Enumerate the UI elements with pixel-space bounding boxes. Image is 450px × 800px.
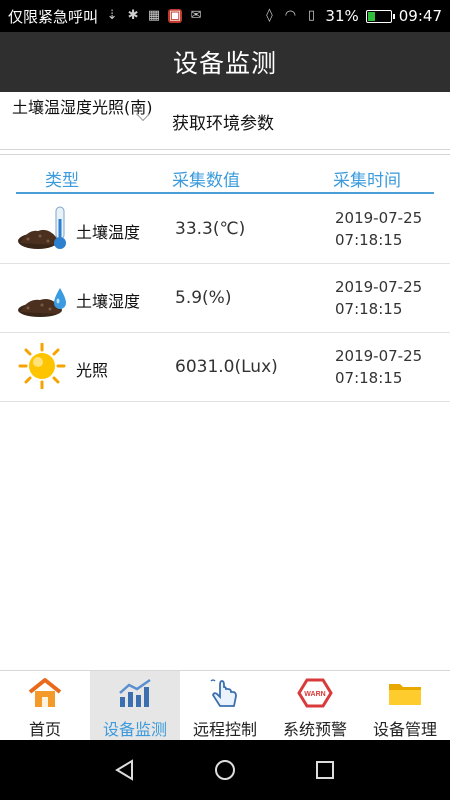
nav-item-device-management[interactable]: 设备管理	[360, 671, 450, 740]
soil-thermometer-icon	[18, 206, 66, 249]
app-notification-icon: ▣	[168, 8, 183, 23]
device-selector[interactable]: 土壤温湿度光照(南)	[12, 98, 157, 122]
row-value: 5.9(%)	[175, 288, 232, 308]
page-title: 设备监测	[172, 49, 277, 78]
column-header-time: 采集时间	[333, 171, 401, 191]
android-debug-icon: ✱	[127, 8, 139, 23]
nav-item-monitor[interactable]: 设备监测	[90, 671, 180, 740]
nav-item-home[interactable]: 首页	[0, 671, 90, 740]
nav-label: 系统预警	[282, 720, 347, 739]
svg-text:WARN: WARN	[304, 691, 325, 698]
row-date: 2019-07-25	[335, 347, 423, 365]
row-type: 光照	[76, 361, 109, 380]
hand-pointer-icon	[210, 679, 237, 707]
row-date: 2019-07-25	[335, 278, 423, 296]
back-icon[interactable]	[113, 758, 137, 782]
selector-row: 土壤温湿度光照(南) 获取环境参数	[0, 92, 450, 150]
recent-apps-icon[interactable]	[313, 758, 337, 782]
row-date: 2019-07-25	[335, 209, 423, 227]
row-value: 6031.0(Lux)	[175, 357, 278, 377]
soil-water-drop-icon	[18, 288, 66, 317]
nav-label: 首页	[28, 720, 61, 739]
nav-label: 远程控制	[192, 720, 257, 739]
carrier-text: 仅限紧急呼叫	[8, 7, 99, 26]
row-timestamp: 2019-07-25 07:18:15	[335, 207, 445, 251]
row-type: 土壤温度	[76, 223, 141, 242]
system-nav-bar	[0, 740, 450, 800]
row-time: 07:18:15	[335, 231, 403, 249]
battery-percent: 31%	[325, 7, 359, 25]
row-timestamp: 2019-07-25 07:18:15	[335, 276, 445, 320]
table-row: 土壤温度 33.3(℃) 2019-07-25 07:18:15	[0, 195, 450, 264]
wifi-icon: ◠	[284, 8, 297, 23]
row-time: 07:18:15	[335, 300, 403, 318]
bottom-nav: 首页 设备监测 远程控制 WARN 系统预警 设备管理	[0, 670, 450, 740]
nav-item-alerts[interactable]: WARN 系统预警	[270, 671, 360, 740]
vibrate-icon: ◊	[266, 8, 273, 23]
row-value: 33.3(℃)	[175, 219, 246, 239]
table-header: 类型 采集数值 采集时间	[16, 160, 434, 194]
row-time: 07:18:15	[335, 369, 403, 387]
divider	[0, 154, 450, 155]
keyboard-icon: ▦	[147, 8, 161, 23]
home-button-icon[interactable]	[213, 758, 237, 782]
status-bar: 仅限紧急呼叫 ⇣ ✱ ▦ ▣ ✉ ◊ ◠ ▯ 31% 09:47	[0, 0, 450, 32]
table-row: 土壤湿度 5.9(%) 2019-07-25 07:18:15	[0, 264, 450, 333]
sun-icon	[18, 343, 66, 389]
nav-item-remote-control[interactable]: 远程控制	[180, 671, 270, 740]
nav-label: 设备监测	[102, 720, 167, 739]
table-row: 光照 6031.0(Lux) 2019-07-25 07:18:15	[0, 333, 450, 402]
column-header-type: 类型	[45, 171, 79, 191]
home-icon	[28, 678, 62, 707]
usb-icon: ⇣	[106, 8, 118, 23]
device-selector-value: 土壤温湿度光照(南)	[12, 98, 153, 117]
sim-icon: ▯	[307, 8, 315, 23]
battery-icon	[365, 9, 395, 23]
chart-icon	[119, 678, 151, 707]
warn-icon: WARN	[297, 678, 333, 708]
mail-icon: ✉	[190, 8, 202, 23]
nav-label: 设备管理	[372, 720, 437, 739]
column-header-value: 采集数值	[172, 171, 240, 191]
row-type: 土壤湿度	[76, 292, 141, 311]
row-timestamp: 2019-07-25 07:18:15	[335, 345, 445, 389]
folder-icon	[389, 684, 421, 705]
fetch-params-button[interactable]: 获取环境参数	[172, 109, 274, 134]
clock: 09:47	[398, 7, 442, 25]
title-bar: 设备监测	[0, 32, 450, 92]
